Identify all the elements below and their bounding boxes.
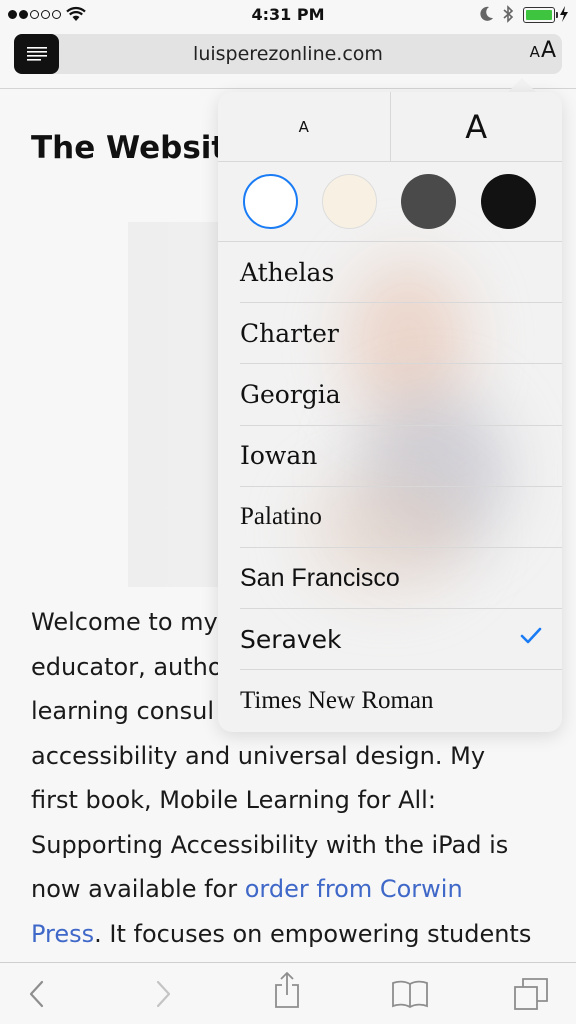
font-option-san-francisco[interactable]: San Francisco	[240, 548, 562, 610]
font-option-seravek[interactable]: Seravek	[240, 609, 562, 671]
tabs-icon	[514, 978, 548, 1010]
font-option-palatino[interactable]: Palatino	[240, 487, 562, 548]
forward-button[interactable]	[146, 977, 180, 1011]
font-label: Athelas	[240, 257, 335, 287]
article-title: The Website	[31, 130, 248, 166]
bluetooth-icon	[503, 5, 514, 23]
aa-large-letter: A	[540, 38, 556, 63]
article-line: Supporting Accessibility with the iPad i…	[31, 830, 509, 859]
text-size-button[interactable]: A A	[530, 38, 556, 70]
theme-selector	[218, 162, 562, 242]
font-label: Georgia	[240, 379, 341, 409]
font-option-iowan[interactable]: Iowan	[240, 426, 562, 487]
article-line: Press. It focuses on empowering students	[31, 912, 551, 957]
theme-gray-button[interactable]	[401, 174, 456, 229]
article-line: first book, Mobile Learning for All:	[31, 786, 436, 814]
increase-text-size-button[interactable]: A	[391, 92, 563, 161]
address-bar[interactable]: luisperezonline.com A A	[14, 34, 562, 74]
tabs-button[interactable]	[512, 977, 550, 1011]
corwin-press-link[interactable]: Press	[31, 920, 94, 948]
popover-arrow	[508, 78, 536, 92]
forward-icon	[156, 980, 171, 1008]
bottom-toolbar	[0, 962, 576, 1024]
corwin-press-link[interactable]: order from Corwin	[245, 875, 463, 903]
font-list: Athelas Charter Georgia Iowan Palatino S…	[218, 242, 562, 732]
font-label: Iowan	[240, 441, 318, 471]
header-divider	[0, 88, 576, 89]
theme-sepia-button[interactable]	[322, 174, 377, 229]
charging-bolt-icon	[560, 6, 568, 22]
back-button[interactable]	[20, 977, 54, 1011]
reader-settings-popover: A A Athelas Charter Georgia Iowan Palati…	[218, 92, 562, 732]
font-option-charter[interactable]: Charter	[240, 303, 562, 365]
font-option-times-new-roman[interactable]: Times New Roman	[240, 670, 562, 731]
battery-icon	[523, 7, 558, 23]
font-option-athelas[interactable]: Athelas	[240, 242, 562, 304]
bookmarks-icon	[392, 980, 428, 1009]
font-option-georgia[interactable]: Georgia	[240, 364, 562, 426]
do-not-disturb-moon-icon	[480, 6, 493, 21]
aa-small-letter: A	[529, 43, 540, 61]
url-text[interactable]: luisperezonline.com	[14, 43, 562, 65]
article-line: accessibility and universal design. My	[31, 741, 486, 770]
article-line: now available for order from Corwin	[31, 867, 551, 912]
theme-white-button[interactable]	[243, 174, 298, 229]
font-label: Palatino	[240, 502, 322, 530]
text-size-controls: A A	[218, 92, 562, 162]
share-button[interactable]	[270, 972, 304, 1008]
article-text: now available for	[31, 875, 245, 903]
theme-night-button[interactable]	[481, 174, 536, 229]
article-text: . It focuses on empowering students	[94, 919, 532, 948]
font-label: Charter	[240, 318, 339, 348]
decrease-text-size-button[interactable]: A	[218, 92, 391, 161]
font-label: Times New Roman	[240, 686, 434, 714]
back-icon	[29, 980, 44, 1008]
checkmark-icon	[520, 627, 542, 644]
font-label: San Francisco	[240, 563, 400, 592]
status-bar: 4:31 PM	[0, 0, 576, 30]
share-icon	[275, 972, 299, 1008]
bookmarks-button[interactable]	[390, 977, 430, 1011]
font-label: Seravek	[240, 624, 342, 654]
